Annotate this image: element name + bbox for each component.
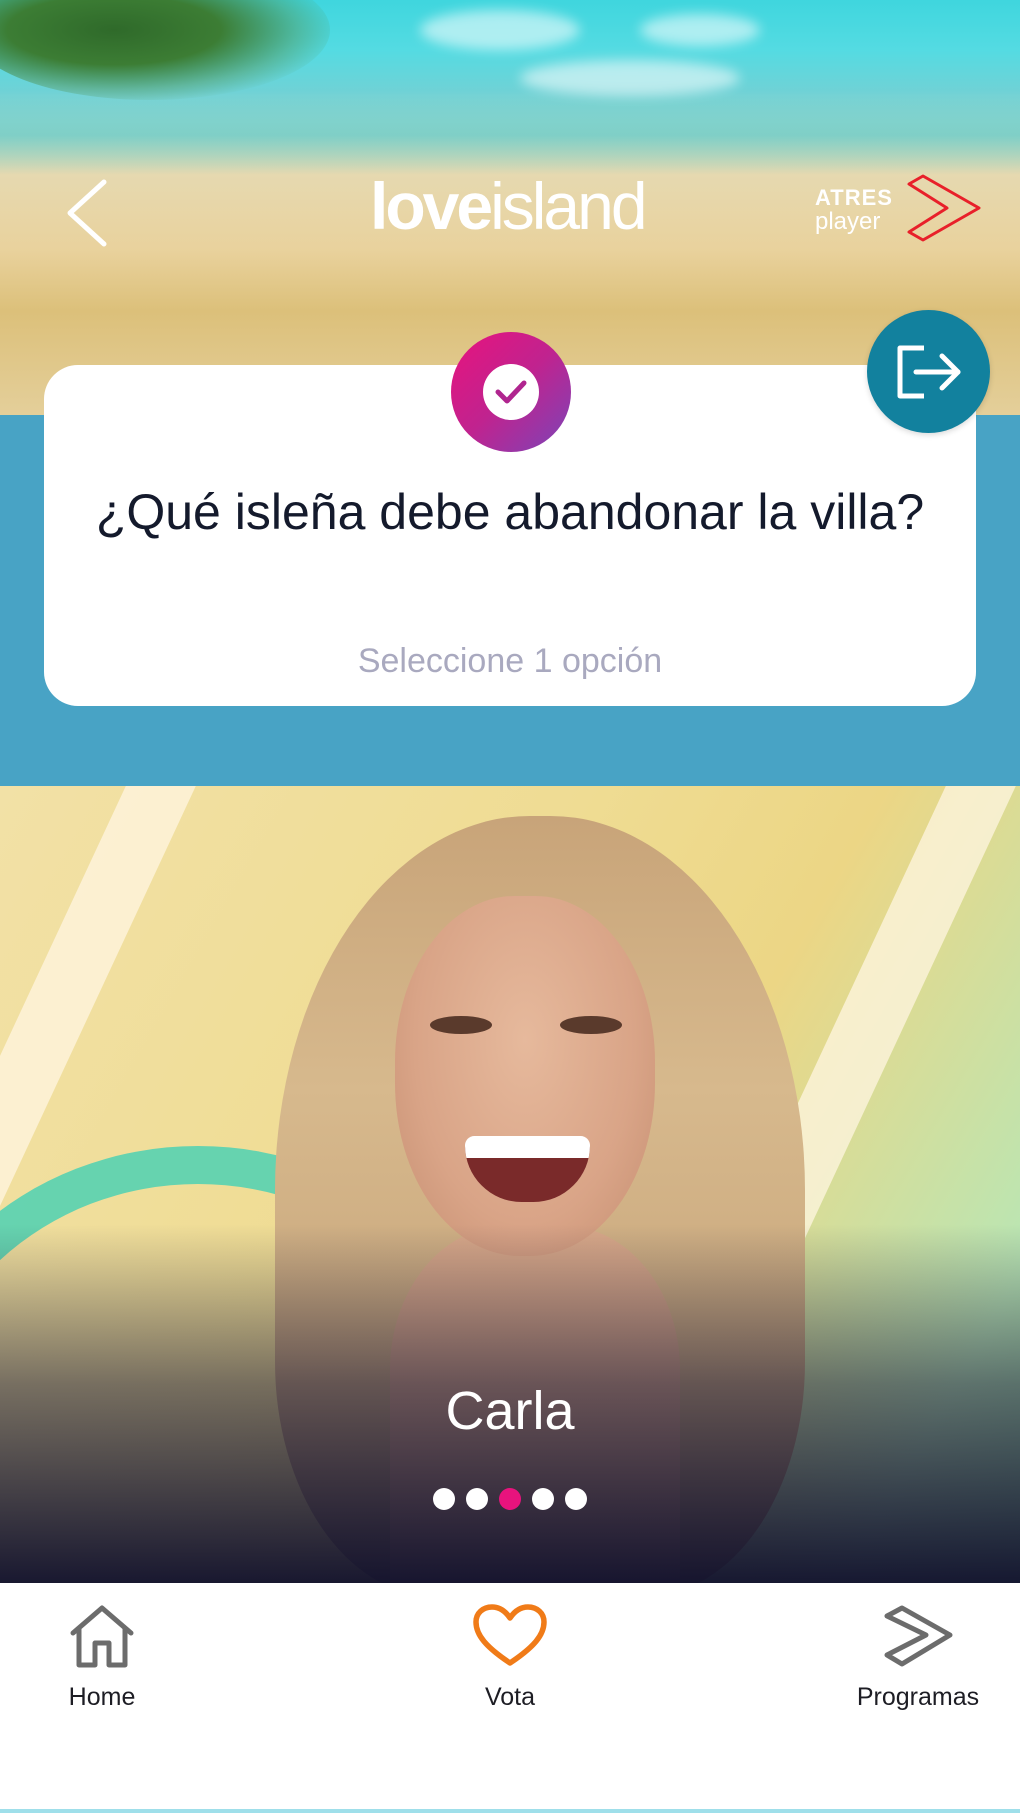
atres-logo-line1: ATRES: [815, 185, 893, 210]
contestant-name: Carla: [445, 1381, 575, 1441]
tab-programas-label: Programas: [856, 1683, 980, 1711]
palm-tree-decoration: [0, 0, 330, 100]
pagination-dot[interactable]: [532, 1488, 554, 1510]
home-icon: [70, 1605, 134, 1668]
tab-home-label: Home: [68, 1683, 136, 1711]
carousel-pagination: [0, 1488, 1020, 1510]
pagination-dot[interactable]: [433, 1488, 455, 1510]
tab-home[interactable]: Home: [12, 1603, 192, 1743]
contestant-photo[interactable]: [0, 786, 1020, 1583]
atresplayer-logo[interactable]: ATRES player: [815, 172, 985, 248]
cloud-decoration: [640, 14, 760, 46]
logout-button[interactable]: [867, 310, 990, 433]
pagination-dot[interactable]: [466, 1488, 488, 1510]
check-icon: [495, 380, 527, 404]
sea-decoration: [0, 95, 1020, 175]
bottom-tab-bar: Home Vota Programas: [0, 1583, 1020, 1813]
check-badge: [451, 332, 571, 452]
cloud-decoration: [520, 60, 740, 96]
programs-icon: [884, 1605, 953, 1667]
tab-vota[interactable]: Vota: [420, 1603, 600, 1743]
atres-logo-line2: player: [815, 208, 881, 235]
atres-arrow-icon: [907, 174, 981, 242]
love-island-logo: loveisland: [370, 168, 660, 252]
logout-icon: [897, 345, 960, 398]
pagination-dot-active[interactable]: [499, 1488, 521, 1510]
selection-hint: Seleccione 1 opción: [357, 642, 663, 680]
pagination-dot[interactable]: [565, 1488, 587, 1510]
back-button[interactable]: [62, 178, 122, 248]
logo-word-island: island: [490, 169, 647, 243]
logo-word-love: love: [370, 169, 493, 243]
tab-programas[interactable]: Programas: [828, 1603, 1008, 1743]
tab-vota-label: Vota: [484, 1683, 536, 1711]
photo-gradient-overlay: [0, 786, 1020, 1583]
chevron-left-icon: [67, 179, 107, 247]
heart-icon: [473, 1604, 547, 1666]
cloud-decoration: [420, 10, 580, 50]
question-title: ¿Qué isleña debe abandonar la villa?: [95, 484, 925, 540]
